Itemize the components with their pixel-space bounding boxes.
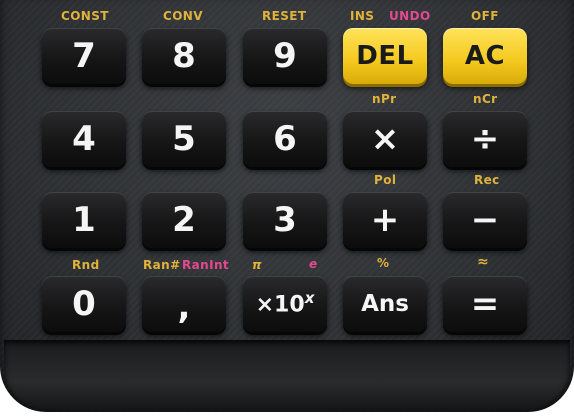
key-equals-label: = — [470, 284, 500, 324]
key-9[interactable]: 9 — [243, 28, 327, 84]
shift-label-approx: ≈ — [477, 254, 490, 270]
key-0[interactable]: 0 — [42, 276, 126, 332]
key-comma-label: , — [177, 287, 191, 327]
key-multiply[interactable]: × — [343, 111, 427, 167]
key-ans-label: Ans — [361, 290, 409, 317]
shift-label-rec: Rec — [474, 173, 500, 187]
key-exp10-base: ×10 — [255, 292, 305, 318]
key-3-label: 3 — [273, 200, 297, 240]
shift-label-off: OFF — [471, 9, 499, 23]
shift-label-ran: Ran# — [143, 258, 181, 272]
shift-label-const: CONST — [61, 9, 109, 23]
key-4[interactable]: 4 — [42, 111, 126, 167]
shift-label-pol: Pol — [374, 173, 397, 187]
key-plus[interactable]: + — [343, 192, 427, 248]
key-divide-label: ÷ — [470, 119, 500, 159]
key-2[interactable]: 2 — [142, 192, 226, 248]
key-7-label: 7 — [72, 36, 96, 76]
key-exp10-exponent: x — [304, 289, 315, 308]
calculator-bottom-bezel — [4, 340, 570, 410]
key-del-label: DEL — [356, 41, 414, 71]
key-equals[interactable]: = — [443, 276, 527, 332]
key-6[interactable]: 6 — [243, 111, 327, 167]
alpha-label-ranint: RanInt — [182, 258, 230, 272]
shift-label-conv: CONV — [163, 9, 203, 23]
key-6-label: 6 — [273, 119, 297, 159]
shift-label-rnd: Rnd — [72, 258, 100, 272]
shift-label-ncr: nCr — [473, 92, 498, 106]
key-del[interactable]: DEL — [343, 28, 427, 84]
key-ac-label: AC — [464, 41, 506, 71]
key-1[interactable]: 1 — [42, 192, 126, 248]
key-4-label: 4 — [72, 119, 96, 159]
key-divide[interactable]: ÷ — [443, 111, 527, 167]
key-multiply-label: × — [370, 119, 400, 159]
key-8-label: 8 — [172, 36, 196, 76]
key-minus-label: − — [470, 200, 500, 240]
key-exp10-label: ×10x — [256, 291, 315, 316]
key-comma[interactable]: , — [142, 276, 226, 332]
key-exp10[interactable]: ×10x — [243, 276, 327, 332]
key-3[interactable]: 3 — [243, 192, 327, 248]
key-ans[interactable]: Ans — [343, 276, 427, 332]
alpha-label-undo: UNDO — [389, 9, 431, 23]
key-8[interactable]: 8 — [142, 28, 226, 84]
key-7[interactable]: 7 — [42, 28, 126, 84]
key-1-label: 1 — [72, 200, 96, 240]
shift-label-reset: RESET — [262, 9, 307, 23]
key-2-label: 2 — [172, 200, 196, 240]
shift-label-pi: π — [252, 258, 262, 272]
key-5[interactable]: 5 — [142, 111, 226, 167]
key-ac[interactable]: AC — [443, 28, 527, 84]
key-0-label: 0 — [72, 284, 96, 324]
key-minus[interactable]: − — [443, 192, 527, 248]
key-plus-label: + — [370, 200, 400, 240]
key-5-label: 5 — [172, 119, 196, 159]
shift-label-ins: INS — [350, 9, 375, 23]
alpha-label-e: e — [309, 257, 318, 271]
shift-label-npr: nPr — [372, 92, 397, 106]
key-9-label: 9 — [273, 36, 297, 76]
shift-label-percent: % — [377, 256, 390, 270]
